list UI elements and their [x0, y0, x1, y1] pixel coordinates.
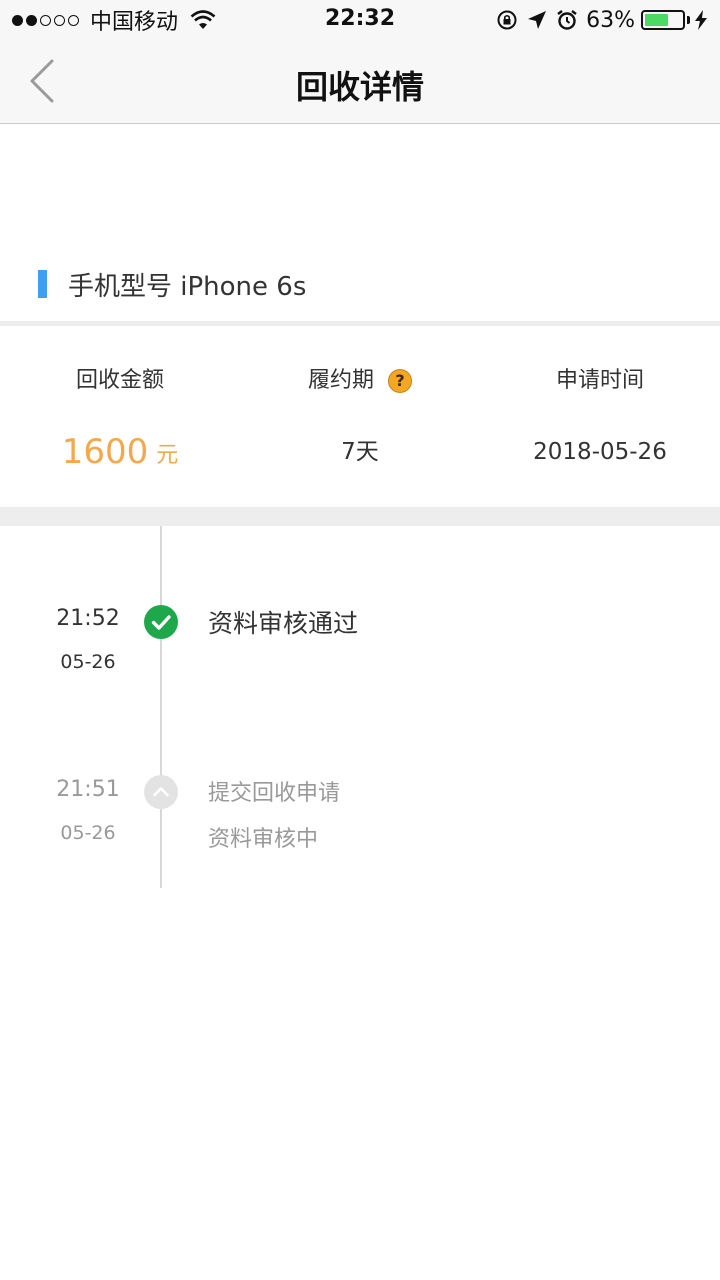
timeline-step-2-time: 21:51	[56, 777, 120, 802]
chevron-up-circle-icon	[144, 775, 178, 809]
status-bar: 中国移动 22:32 63%	[0, 0, 720, 40]
battery-percent: 63%	[586, 7, 635, 33]
amount-value: 1600	[61, 432, 149, 472]
date-label: 申请时间	[555, 368, 644, 393]
date-value: 2018-05-26	[533, 439, 667, 465]
date-column: 申请时间 2018-05-26	[480, 360, 720, 472]
timeline-step-2-title: 提交回收申请	[208, 781, 341, 806]
amount-unit: 元	[156, 443, 179, 468]
alarm-icon	[557, 10, 577, 30]
timeline-step-1-title: 资料审核通过	[208, 609, 359, 638]
battery-icon	[641, 10, 690, 30]
rotation-lock-icon	[497, 10, 517, 30]
period-label: 履约期	[307, 368, 374, 393]
status-right: 63%	[496, 6, 708, 34]
section-divider	[0, 507, 720, 526]
location-icon	[528, 11, 547, 29]
timeline-line	[160, 526, 162, 888]
phone-model: 手机型号 iPhone 6s	[68, 271, 307, 302]
divider	[0, 321, 720, 326]
period-value-row: 7天	[240, 426, 480, 472]
timeline-step-2-subtitle: 资料审核中	[208, 827, 319, 852]
period-value: 7天	[341, 439, 379, 465]
date-value-row: 2018-05-26	[480, 426, 720, 472]
amount-value-row: 1600 元	[0, 426, 240, 472]
section-accent-bar	[38, 270, 47, 298]
page-title: 回收详情	[295, 68, 424, 106]
period-column: 履约期 ? 7天	[240, 360, 480, 472]
timeline-step-1-time: 21:52	[56, 606, 120, 631]
charging-icon	[695, 10, 707, 30]
timeline-step-1-date: 05-26	[60, 651, 116, 673]
nav-bar: 回收详情	[0, 40, 720, 124]
timeline-step-2-date: 05-26	[60, 822, 116, 844]
amount-label: 回收金额	[75, 368, 164, 393]
question-help-icon[interactable]: ?	[388, 369, 412, 393]
model-row: 手机型号 iPhone 6s	[38, 264, 306, 304]
check-circle-icon	[144, 605, 178, 639]
period-label-row: 履约期 ?	[240, 360, 480, 402]
amount-column: 回收金额 1600 元	[0, 360, 240, 472]
